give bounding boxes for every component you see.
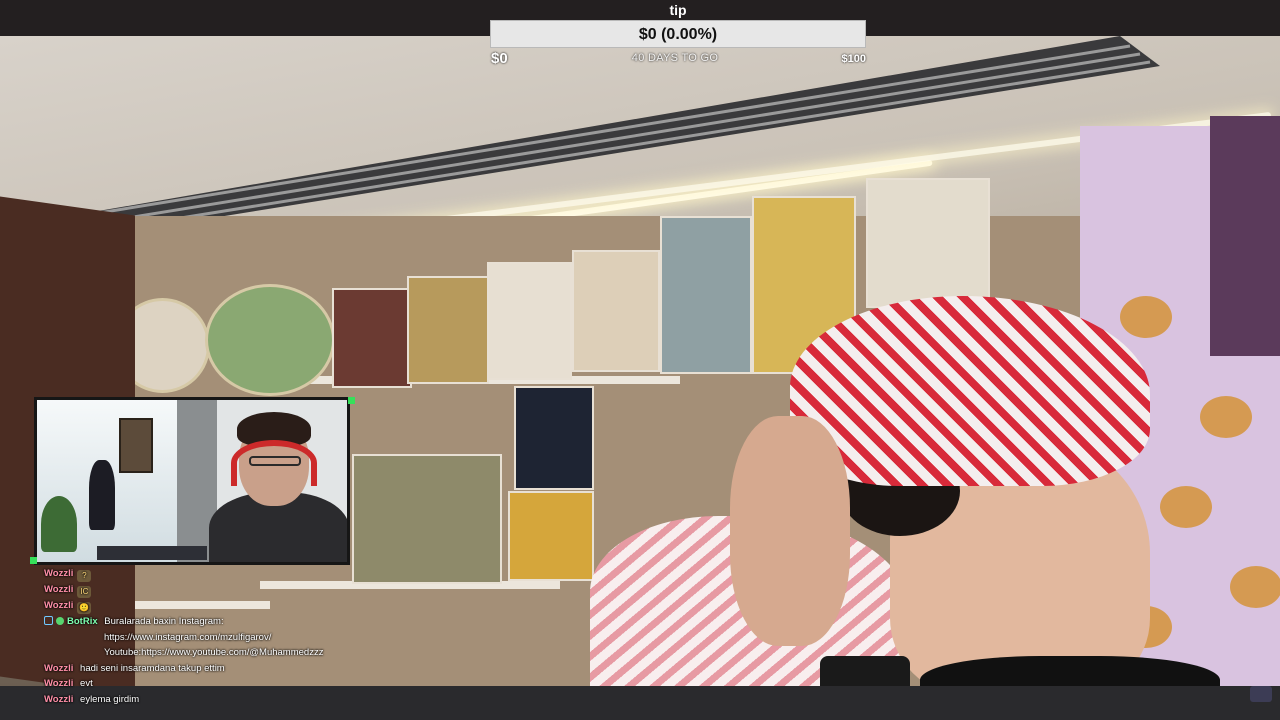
hand bbox=[730, 416, 850, 646]
decorative-plate bbox=[205, 284, 335, 396]
keffiyeh bbox=[790, 296, 1150, 486]
painting bbox=[352, 454, 502, 584]
tip-goal-title: tip bbox=[669, 2, 687, 18]
chat-overlay: Wozzli? Wozzli IC Wozzli 🙂 BotRix Buralara… bbox=[44, 566, 384, 708]
chat-emote: ? bbox=[77, 570, 92, 582]
webcam-corner-accent bbox=[348, 397, 355, 404]
tip-goal-progress-text: $0 (0.00%) bbox=[638, 26, 718, 43]
chat-username: Wozzli bbox=[44, 600, 74, 611]
painting bbox=[866, 178, 990, 308]
tip-goal-progress-bar: $0 (0.00%) bbox=[490, 20, 866, 48]
chat-emote: IC bbox=[77, 586, 92, 598]
webcam-poster bbox=[119, 418, 153, 473]
chat-message: Wozzli eylema girdim bbox=[44, 692, 384, 708]
verified-badge-icon bbox=[56, 617, 64, 625]
chat-username: Wozzli bbox=[44, 662, 74, 674]
painting bbox=[508, 491, 594, 581]
streamer bbox=[590, 296, 1220, 686]
fullscreen-icon[interactable] bbox=[1250, 686, 1272, 702]
tip-goal-target-amount: $100 bbox=[841, 53, 866, 65]
moderator-badge-icon bbox=[44, 616, 53, 625]
chat-message: Wozzli evt bbox=[44, 676, 384, 692]
chat-link[interactable]: https://www.instagram.com/mzulfigarov/ bbox=[104, 632, 271, 643]
chat-message: Wozzli hadi seni insaramdana takup ettim bbox=[44, 661, 384, 677]
chat-message: Wozzli IC bbox=[44, 582, 384, 598]
webcam-corner-accent bbox=[30, 557, 37, 564]
chat-message-continuation: https://www.instagram.com/mzulfigarov/ bbox=[44, 630, 384, 646]
spiderman-figure bbox=[89, 460, 115, 530]
chat-message: Wozzli 🙂 bbox=[44, 598, 384, 614]
chat-text: Buralarada baxin Instagram: bbox=[104, 616, 224, 627]
chat-text: hadi seni insaramdana takup ettim bbox=[80, 662, 225, 674]
glasses bbox=[249, 456, 301, 466]
chat-message: BotRix Buralarada baxin Instagram: bbox=[44, 614, 384, 630]
chat-username: BotRix bbox=[67, 616, 98, 627]
chat-username: Wozzli bbox=[44, 584, 74, 595]
flower-pattern bbox=[1230, 566, 1280, 608]
chat-link[interactable]: Youtube:https://www.youtube.com/@Muhamme… bbox=[104, 647, 323, 658]
chat-username: Wozzli bbox=[44, 568, 74, 579]
chat-text: evt bbox=[80, 678, 93, 690]
tip-goal-start-amount: $0 bbox=[491, 50, 508, 67]
chat-emote: 🙂 bbox=[77, 602, 92, 614]
dark-fabric bbox=[1210, 116, 1280, 356]
tip-goal-days-remaining: 40 DAYS TO GO bbox=[631, 52, 719, 64]
painting bbox=[407, 276, 489, 384]
chat-message: Wozzli? bbox=[44, 566, 384, 582]
shirt bbox=[920, 656, 1220, 686]
chat-message-continuation: Youtube:https://www.youtube.com/@Muhamme… bbox=[44, 645, 384, 661]
chat-text: eylema girdim bbox=[80, 693, 140, 705]
wristwatch bbox=[820, 656, 910, 686]
calligraphy-painting bbox=[514, 386, 594, 490]
chat-username: Wozzli bbox=[44, 693, 74, 705]
painting bbox=[487, 262, 572, 380]
chat-username: Wozzli bbox=[44, 678, 74, 690]
painting bbox=[332, 288, 412, 388]
webcam-overlay bbox=[34, 397, 350, 565]
webcam-plant bbox=[41, 496, 77, 552]
keyboard bbox=[97, 546, 207, 560]
